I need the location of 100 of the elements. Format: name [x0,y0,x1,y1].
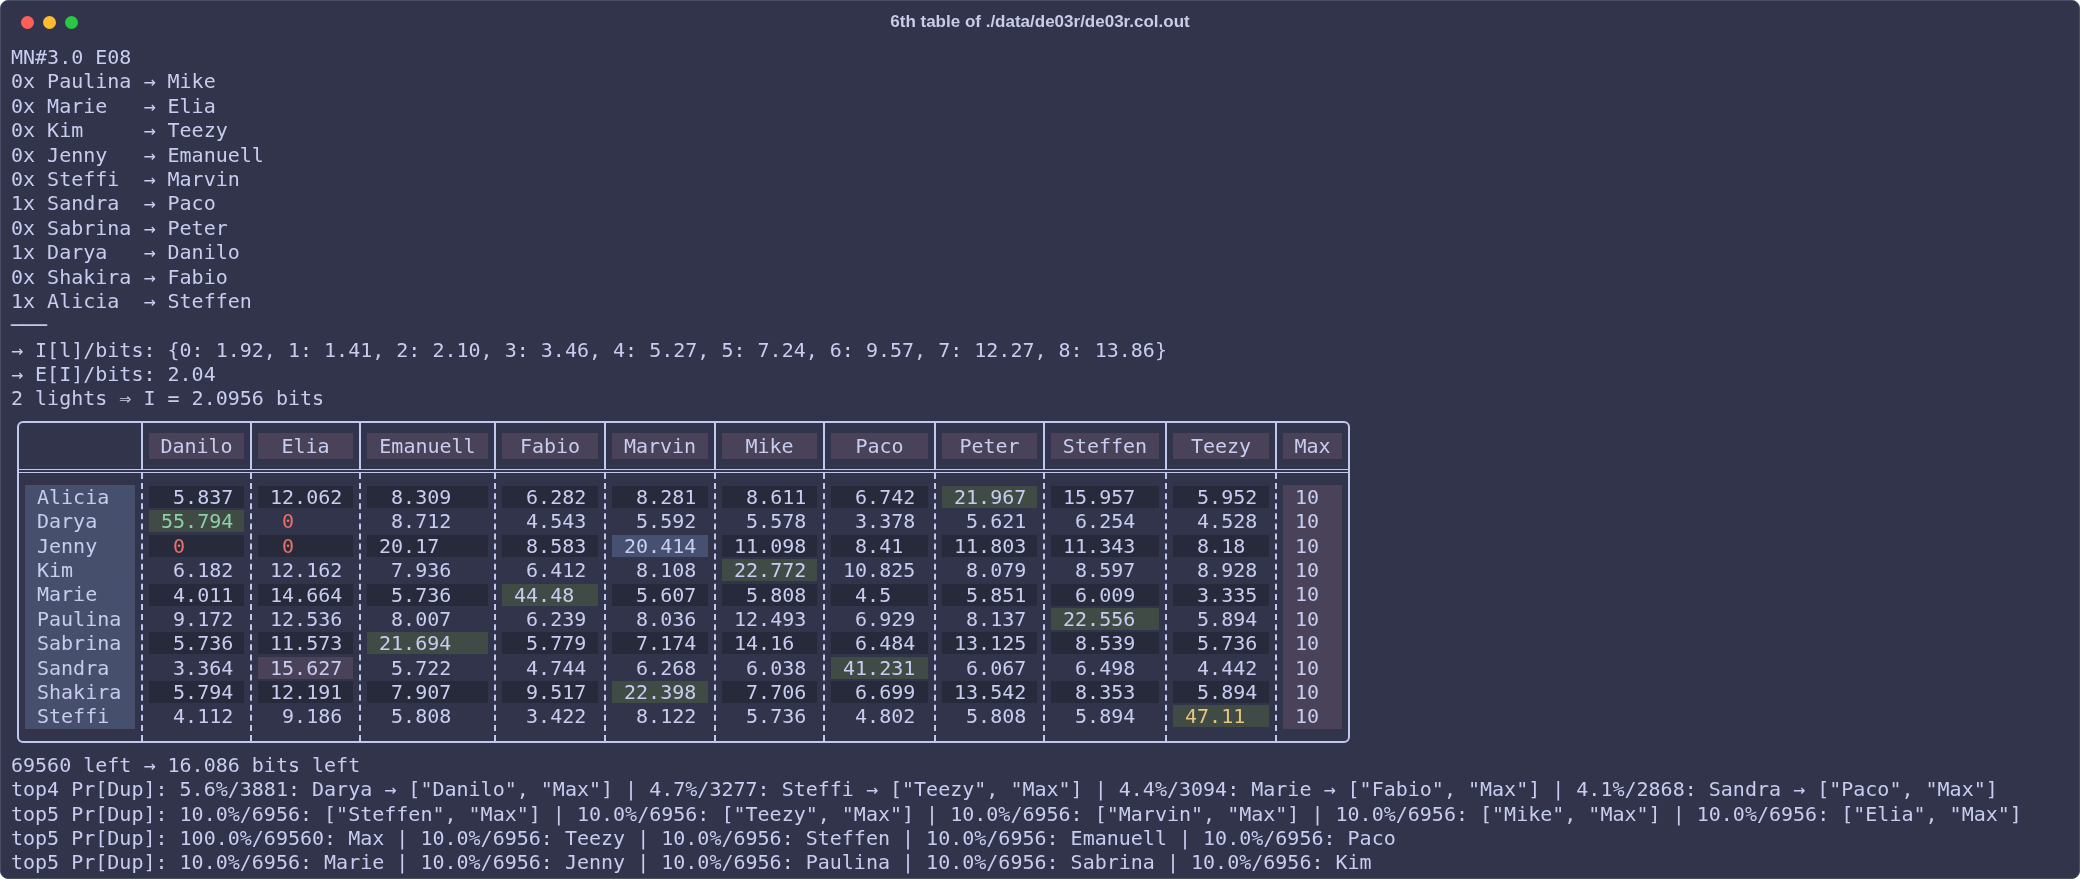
table-cell: 20.17 [367,534,488,557]
table-cell: 5.808 [722,583,817,606]
table-cell: 5.894 [1173,681,1269,704]
table-cell-text: 8.712 [390,510,453,533]
table-cell: 14.664 [258,583,353,606]
table-cell: 6.282 [502,486,598,509]
table-cell: 55.794 [149,510,244,533]
table-cell: 5.851 [942,583,1037,606]
output-line: 0x Steffi → Marvin [11,166,240,192]
table-cell-text: 5.894 [1196,607,1259,630]
table-cell-text: 6.182 [172,559,235,582]
table-cell-text: 8.036 [635,607,698,630]
output-line: top5 Pr[Dup]: 10.0%/6956: Marie | 10.0%/6956: Jenny | 10.0%/6956: Paulina | 10.0%/6956: Sabrina | 10.0%/6956: Kim [11,850,1372,875]
minimize-button[interactable] [43,15,56,29]
table-cell-text: 5.578 [745,510,808,533]
column-header: Paco [831,432,928,459]
table-cell-text: 6.929 [854,607,917,630]
table-cell: 11.803 [942,534,1037,557]
column-header: Fabio [502,432,598,459]
window-title: 6th table of ./data/de03r/de03r.col.out [890,12,1190,31]
column-header: Peter [942,432,1037,459]
table-cell: 5.952 [1173,486,1269,509]
table-cell-text: 5.808 [965,705,1028,728]
row-header: Alicia [25,484,135,510]
output-line: 0x Paulina → Mike [11,69,216,94]
table-cell-text: 5.808 [390,705,453,728]
table-cell-text: 6.067 [965,656,1028,679]
row-header: Jenny [25,533,135,559]
maximize-button[interactable] [65,15,78,29]
table-cell-text: 12.536 [269,607,344,630]
output-line: top5 Pr[Dup]: 100.0%/69560: Max | 10.0%/6956: Teezy | 10.0%/6956: Steffen | 10.0%/6956: Emanuell | 10.0%/6956: Paco [11,825,1396,851]
table-cell: 15.957 [1051,486,1159,509]
table-cell: 22.556 [1051,607,1159,630]
table-cell: 8.583 [502,534,598,557]
table-cell-text: 6.498 [1074,656,1137,679]
table-cell: 8.611 [722,486,817,509]
table-cell: 11.343 [1051,534,1159,557]
table-cell: 21.967 [942,486,1037,509]
table-cell: 5.607 [612,583,708,606]
table-cell: 5.736 [367,583,488,606]
table-cell: 3.335 [1173,583,1269,606]
table-cell: 13.125 [942,632,1037,655]
table-cell: 15.627 [258,656,353,679]
table-cell: 10 [1283,680,1342,705]
table-cell: 10 [1283,606,1342,632]
table-cell: 5.736 [149,632,244,655]
table-cell-text: 6.239 [525,607,588,630]
output-line: 0x Marie → Elia [11,93,216,119]
row-header: Sandra [25,655,135,680]
close-button[interactable] [21,15,34,29]
output-line: ─── [11,313,48,338]
table-cell: 4.5 [831,583,928,606]
table-cell: 5.794 [149,681,244,704]
row-header: Paulina [25,606,135,632]
output-line: top4 Pr[Dup]: 5.6%/3881: Darya → ["Danilo", "Max"] | 4.7%/3277: Steffi → ["Teezy", "Max"] | 4.4%/3094: Marie → ["Fabio", "Max"] | 4.1%/2868: Sandra → ["Paco", "Max"] [11,777,1998,802]
row-header: Steffi [25,704,135,729]
table-cell: 12.191 [258,681,353,704]
output-line: top5 Pr[Dup]: 10.0%/6956: ["Steffen", "Max"] | 10.0%/6956: ["Teezy", "Max"] | 10.0%/6956: ["Marvin", "Max"] | 10.0%/6956: ["Mike", "Max"] | 10.0%/6956: ["Elia", "Max"] [11,801,2022,826]
output-line: MN#3.0 E08 [11,45,132,70]
table-cell: 21.694 [367,632,488,655]
table-cell-text: 8.079 [965,559,1028,582]
table-cell: 8.309 [367,486,488,509]
table-cell: 10 [1283,484,1342,510]
column-header: Danilo [149,432,244,459]
table-cell: 0 [258,534,353,557]
table-cell-text: 4.112 [172,705,235,728]
table-cell: 8.281 [612,486,708,509]
table-cell-text: 4.442 [1196,656,1259,679]
table-cell-text: 10.825 [842,559,917,582]
table-cell: 4.011 [149,583,244,606]
table-cell-text: 3.364 [172,656,235,679]
table-cell-text: 12.493 [733,607,808,630]
table-cell-text: 12.162 [269,559,344,582]
table-cell-text: 8.007 [390,607,453,630]
table-cell-text: 6.254 [1074,510,1137,533]
output-line: 0x Sabrina → Peter [11,215,228,241]
table-cell: 6.742 [831,486,928,509]
column-header: Mike [722,432,817,459]
column-header: Emanuell [367,432,488,459]
column-header: Steffen [1051,432,1159,459]
table-cell-text: 8.597 [1074,559,1137,582]
table-cell-text: 5.894 [1074,705,1137,728]
output-line: → I[l]/bits: {0: 1.92, 1: 1.41, 2: 2.10, 3: 3.46, 4: 5.27, 5: 7.24, 6: 9.57, 7: 12.27, 8: 13.86} [11,337,1167,363]
table-cell: 22.772 [722,559,817,582]
table-cell: 12.062 [258,486,353,509]
column-header: Teezy [1173,432,1269,459]
table-cell: 8.18 [1173,534,1269,557]
row-header: Marie [25,582,135,607]
table-cell: 10 [1283,655,1342,680]
output-line: 0x Jenny → Emanuell [11,142,264,167]
row-header: Darya [25,509,135,534]
table-cell-text: 6.268 [635,656,698,679]
table-cell: 5.779 [502,632,598,655]
table-cell: 10 [1283,704,1342,729]
table-cell-text: 0 [281,510,296,533]
table-cell-text: 3.378 [854,510,917,533]
table-cell-text: 8.122 [635,705,698,728]
table-cell: 0 [149,534,244,557]
table-cell-text: 6.412 [525,559,588,582]
table-cell: 6.009 [1051,583,1159,606]
